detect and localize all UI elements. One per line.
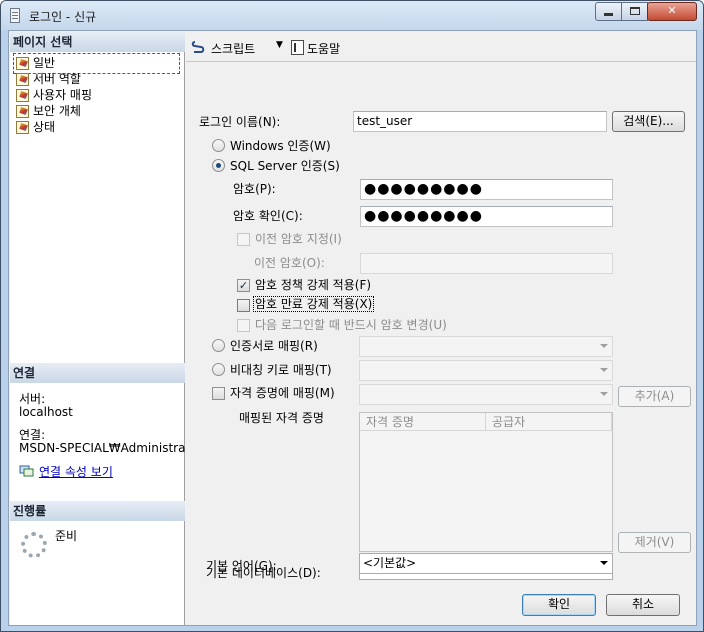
sql-auth-radio[interactable] [212, 159, 225, 172]
ok-button[interactable]: 확인 [522, 594, 596, 616]
password-input[interactable]: ●●●●●●●●● [360, 179, 613, 200]
maximize-icon [629, 7, 640, 15]
view-connection-properties-link[interactable]: 연결 속성 보기 [39, 463, 113, 480]
script-button[interactable]: 스크립트 [211, 40, 255, 57]
window-title: 로그인 - 신규 [29, 10, 97, 24]
enforce-policy-label: 암호 정책 강제 적용(F) [255, 278, 372, 292]
cancel-button[interactable]: 취소 [606, 594, 680, 616]
must-change-checkbox[interactable] [237, 319, 250, 332]
minimize-button[interactable] [595, 2, 622, 21]
enforce-policy-checkbox[interactable]: ✓ [237, 279, 250, 292]
login-name-input[interactable]: test_user [353, 111, 607, 132]
progress-status: 준비 [55, 529, 78, 543]
maximize-button[interactable] [621, 2, 648, 21]
minimize-icon [604, 13, 613, 16]
connection-value: MSDN-SPECIAL₩Administra [19, 441, 185, 455]
page-server-roles[interactable]: 서버 역할 [14, 71, 81, 88]
sql-auth-label: SQL Server 인증(S) [230, 159, 340, 173]
column-provider[interactable]: 공급자 [486, 413, 612, 431]
windows-auth-radio[interactable] [212, 139, 225, 152]
enforce-expiration-checkbox[interactable] [237, 299, 250, 312]
progress-spinner-icon [21, 532, 47, 558]
asym-key-mapping-label: 비대칭 키로 매핑(T) [230, 363, 332, 377]
server-value: localhost [19, 405, 73, 419]
general-page-form: 로그인 이름(N): test_user 검색(E)... Windows 인증… [186, 63, 696, 583]
cert-mapping-label: 인증서로 매핑(R) [230, 339, 318, 353]
credential-mapping-label: 자격 증명에 매핑(M) [230, 386, 335, 400]
confirm-password-label: 암호 확인(C): [233, 209, 303, 223]
credential-combo[interactable] [359, 384, 613, 405]
connection-label: 연결: [19, 428, 46, 442]
old-password-label: 이전 암호(O): [254, 256, 325, 270]
close-button[interactable]: ✕ [647, 2, 697, 21]
mapped-credentials-label: 매핑된 자격 증명 [239, 411, 324, 425]
login-new-dialog: 로그인 - 신규 ✕ 페이지 선택 일반 서버 역할 사용자 매핑 보안 개체 … [0, 0, 704, 632]
script-dropdown-icon[interactable]: ▼ [276, 40, 283, 50]
certificate-combo[interactable] [359, 336, 613, 357]
cert-mapping-radio[interactable] [212, 339, 225, 352]
column-credential[interactable]: 자격 증명 [360, 413, 486, 431]
title-bar[interactable]: 로그인 - 신규 ✕ [1, 1, 703, 30]
dialog-buttons: 확인 취소 [186, 583, 696, 625]
left-panel: 페이지 선택 일반 서버 역할 사용자 매핑 보안 개체 상태 연결 서버: l… [10, 32, 185, 625]
page-select-header: 페이지 선택 [10, 32, 185, 52]
connection-header: 연결 [10, 363, 185, 383]
specify-old-password-checkbox[interactable] [237, 233, 250, 246]
toolbar: 스크립트 ▼ 도움말 [186, 32, 696, 62]
help-button[interactable]: 도움말 [307, 40, 340, 57]
asym-key-combo[interactable] [359, 360, 613, 381]
dialog-icon [10, 8, 20, 23]
chevron-down-icon [600, 368, 608, 372]
script-icon [191, 41, 205, 53]
login-name-label: 로그인 이름(N): [199, 115, 281, 129]
search-button[interactable]: 검색(E)... [612, 111, 685, 132]
default-language-label: 기본 언어(G): [206, 559, 277, 573]
page-icon [16, 73, 29, 86]
dialog-client: 페이지 선택 일반 서버 역할 사용자 매핑 보안 개체 상태 연결 서버: l… [8, 30, 697, 626]
page-securables[interactable]: 보안 개체 [14, 103, 81, 120]
page-icon [16, 105, 29, 118]
connection-properties-icon [19, 465, 34, 477]
add-credential-button[interactable]: 추가(A) [618, 386, 691, 407]
mapped-credentials-list[interactable]: 자격 증명 공급자 [359, 412, 613, 552]
asym-key-mapping-radio[interactable] [212, 363, 225, 376]
must-change-label: 다음 로그인할 때 반드시 암호 변경(U) [255, 318, 447, 332]
close-icon: ✕ [667, 4, 677, 17]
progress-header: 진행률 [10, 501, 185, 521]
credential-mapping-checkbox[interactable] [212, 387, 225, 400]
remove-credential-button[interactable]: 제거(V) [618, 532, 691, 553]
confirm-password-input[interactable]: ●●●●●●●●● [360, 206, 613, 227]
page-icon [16, 121, 29, 134]
help-icon [291, 40, 304, 55]
page-status[interactable]: 상태 [14, 119, 55, 136]
server-label: 서버: [19, 392, 46, 406]
default-language-combo[interactable]: <기본값> [359, 553, 613, 574]
windows-auth-label: Windows 인증(W) [230, 139, 331, 153]
specify-old-password-label: 이전 암호 지정(I) [255, 232, 342, 246]
old-password-input[interactable] [360, 253, 613, 274]
chevron-down-icon [600, 561, 608, 565]
enforce-expiration-label: 암호 만료 강제 적용(X) [252, 296, 375, 312]
page-user-mapping[interactable]: 사용자 매핑 [14, 87, 92, 104]
chevron-down-icon [600, 344, 608, 348]
page-icon [16, 57, 29, 70]
page-general[interactable]: 일반 [14, 55, 55, 72]
chevron-down-icon [600, 392, 608, 396]
password-label: 암호(P): [233, 182, 276, 196]
page-icon [16, 89, 29, 102]
